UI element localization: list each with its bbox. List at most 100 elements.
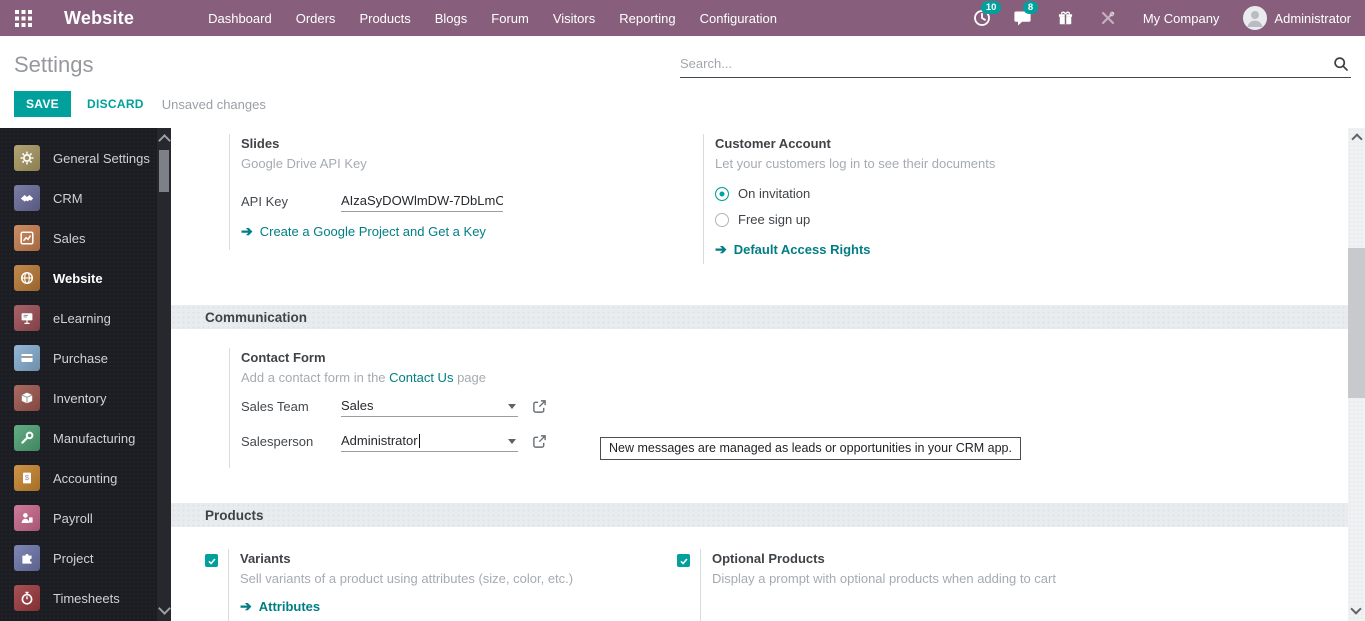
user-menu[interactable]: Administrator <box>1243 6 1351 30</box>
sidebar-item-label: Timesheets <box>53 590 120 606</box>
gear-icon <box>14 145 40 171</box>
sidebar-item-sales[interactable]: Sales <box>0 218 171 258</box>
gift-icon <box>1059 11 1073 24</box>
menu-item-reporting[interactable]: Reporting <box>607 1 687 36</box>
navbar-systray: 10 8 My Company Administrator <box>953 1 1365 31</box>
handshake-icon <box>14 185 40 211</box>
check-icon <box>679 557 688 565</box>
slides-subtitle: Google Drive API Key <box>241 156 367 171</box>
company-switcher[interactable]: My Company <box>1143 11 1220 26</box>
variants-checkbox[interactable] <box>205 554 218 567</box>
check-icon <box>207 557 216 565</box>
developer-tools-button[interactable] <box>1095 5 1121 31</box>
section-communication: Communication <box>171 305 1348 329</box>
search-bar <box>680 50 1351 78</box>
search-input[interactable] <box>680 56 1333 71</box>
app-brand[interactable]: Website <box>64 8 134 29</box>
sidebar-item-label: Sales <box>53 230 86 246</box>
rewards-button[interactable] <box>1053 5 1079 31</box>
sidebar-item-manufacturing[interactable]: Manufacturing <box>0 418 171 458</box>
section-products: Products <box>171 503 1348 527</box>
menu-item-blogs[interactable]: Blogs <box>423 1 480 36</box>
sidebar-item-timesheets[interactable]: Timesheets <box>0 578 171 618</box>
sidebar-item-label: CRM <box>53 190 83 206</box>
external-link-icon[interactable] <box>532 399 547 414</box>
tools-wrench-icon <box>1101 11 1115 25</box>
salesperson-label: Salesperson <box>241 433 314 449</box>
sidebar-item-project[interactable]: Project <box>0 538 171 578</box>
slides-title: Slides <box>241 136 280 151</box>
scroll-up-icon[interactable] <box>1350 133 1363 145</box>
menu-item-orders[interactable]: Orders <box>284 1 348 36</box>
wrench-icon <box>14 425 40 451</box>
customer-account-title: Customer Account <box>715 136 831 151</box>
employee-icon <box>14 505 40 531</box>
sidebar-item-inventory[interactable]: Inventory <box>0 378 171 418</box>
chevron-down-icon <box>508 439 516 444</box>
avatar <box>1243 6 1268 30</box>
messages-button[interactable]: 8 <box>1011 1 1039 31</box>
invoice-icon: $ <box>14 465 40 491</box>
contact-us-link[interactable]: Contact Us <box>389 370 453 385</box>
arrow-right-icon: ➔ <box>240 598 252 614</box>
sidebar-scroll-down-icon[interactable] <box>157 602 171 615</box>
api-key-input[interactable] <box>341 190 503 212</box>
salesperson-select[interactable]: Administrator <box>341 430 518 452</box>
sidebar-item-label: General Settings <box>53 150 150 166</box>
sidebar-item-elearning[interactable]: eLearning <box>0 298 171 338</box>
menu-item-forum[interactable]: Forum <box>479 1 541 36</box>
setting-box-slides: Slides Google Drive API Key API Key ➔ Cr… <box>229 134 679 250</box>
create-google-project-link[interactable]: ➔ Create a Google Project and Get a Key <box>241 223 679 240</box>
apps-grid-icon <box>14 9 32 27</box>
attributes-link[interactable]: ➔ Attributes <box>240 598 695 615</box>
sidebar-item-accounting[interactable]: $ Accounting <box>0 458 171 498</box>
text-cursor <box>418 433 420 448</box>
sidebar-item-label: Purchase <box>53 350 108 366</box>
optional-products-title: Optional Products <box>712 551 825 566</box>
sidebar-item-label: Inventory <box>53 390 107 406</box>
external-link-icon[interactable] <box>532 434 547 449</box>
setting-box-variants: Variants Sell variants of a product usin… <box>205 549 695 621</box>
sidebar-scrollbar-thumb[interactable] <box>159 150 169 192</box>
main-scrollbar[interactable] <box>1348 128 1365 621</box>
stopwatch-icon <box>14 585 40 611</box>
apps-menu-button[interactable] <box>8 0 38 36</box>
scroll-down-icon[interactable] <box>1350 603 1362 615</box>
sidebar-scroll-up-icon[interactable] <box>157 134 171 147</box>
radio-selected-icon[interactable] <box>715 186 729 201</box>
setting-box-customer-account: Customer Account Let your customers log … <box>703 134 1263 264</box>
sidebar-item-label: Website <box>53 270 103 286</box>
messages-badge: 8 <box>1022 1 1039 14</box>
search-icon[interactable] <box>1333 56 1349 72</box>
menu-item-visitors[interactable]: Visitors <box>541 1 607 36</box>
sales-team-select[interactable]: Sales <box>341 395 518 417</box>
sidebar-item-crm[interactable]: CRM <box>0 178 171 218</box>
menu-item-dashboard[interactable]: Dashboard <box>196 1 284 36</box>
api-key-label: API Key <box>241 193 288 209</box>
save-button[interactable]: SAVE <box>14 91 71 117</box>
sidebar-item-website[interactable]: Website <box>0 258 171 298</box>
discard-button[interactable]: DISCARD <box>87 97 144 111</box>
activities-button[interactable]: 10 <box>969 1 1002 31</box>
radio-free-sign-up[interactable]: Free sign up <box>715 212 1263 227</box>
presentation-icon <box>14 305 40 331</box>
setting-box-optional-products: Optional Products Display a prompt with … <box>677 549 1237 621</box>
contact-form-subtitle: Add a contact form in the Contact Us pag… <box>241 370 486 385</box>
radio-unselected-icon[interactable] <box>715 212 729 227</box>
sidebar-scrollbar[interactable] <box>157 128 171 621</box>
menu-item-products[interactable]: Products <box>347 1 422 36</box>
optional-products-checkbox[interactable] <box>677 554 690 567</box>
sidebar-item-label: Manufacturing <box>53 430 136 446</box>
menu-item-configuration[interactable]: Configuration <box>688 1 789 36</box>
main-scrollbar-thumb[interactable] <box>1348 248 1365 398</box>
sidebar-item-purchase[interactable]: Purchase <box>0 338 171 378</box>
default-access-rights-link[interactable]: ➔ Default Access Rights <box>715 241 1263 258</box>
sidebar-item-general-settings[interactable]: General Settings <box>0 138 171 178</box>
variants-subtitle: Sell variants of a product using attribu… <box>240 571 574 586</box>
sidebar-item-payroll[interactable]: Payroll <box>0 498 171 538</box>
sidebar-item-label: Accounting <box>53 470 118 486</box>
main-menu: Dashboard Orders Products Blogs Forum Vi… <box>196 1 789 36</box>
unsaved-changes-status: Unsaved changes <box>161 96 266 112</box>
globe-icon <box>14 265 40 291</box>
radio-on-invitation[interactable]: On invitation <box>715 186 1263 201</box>
